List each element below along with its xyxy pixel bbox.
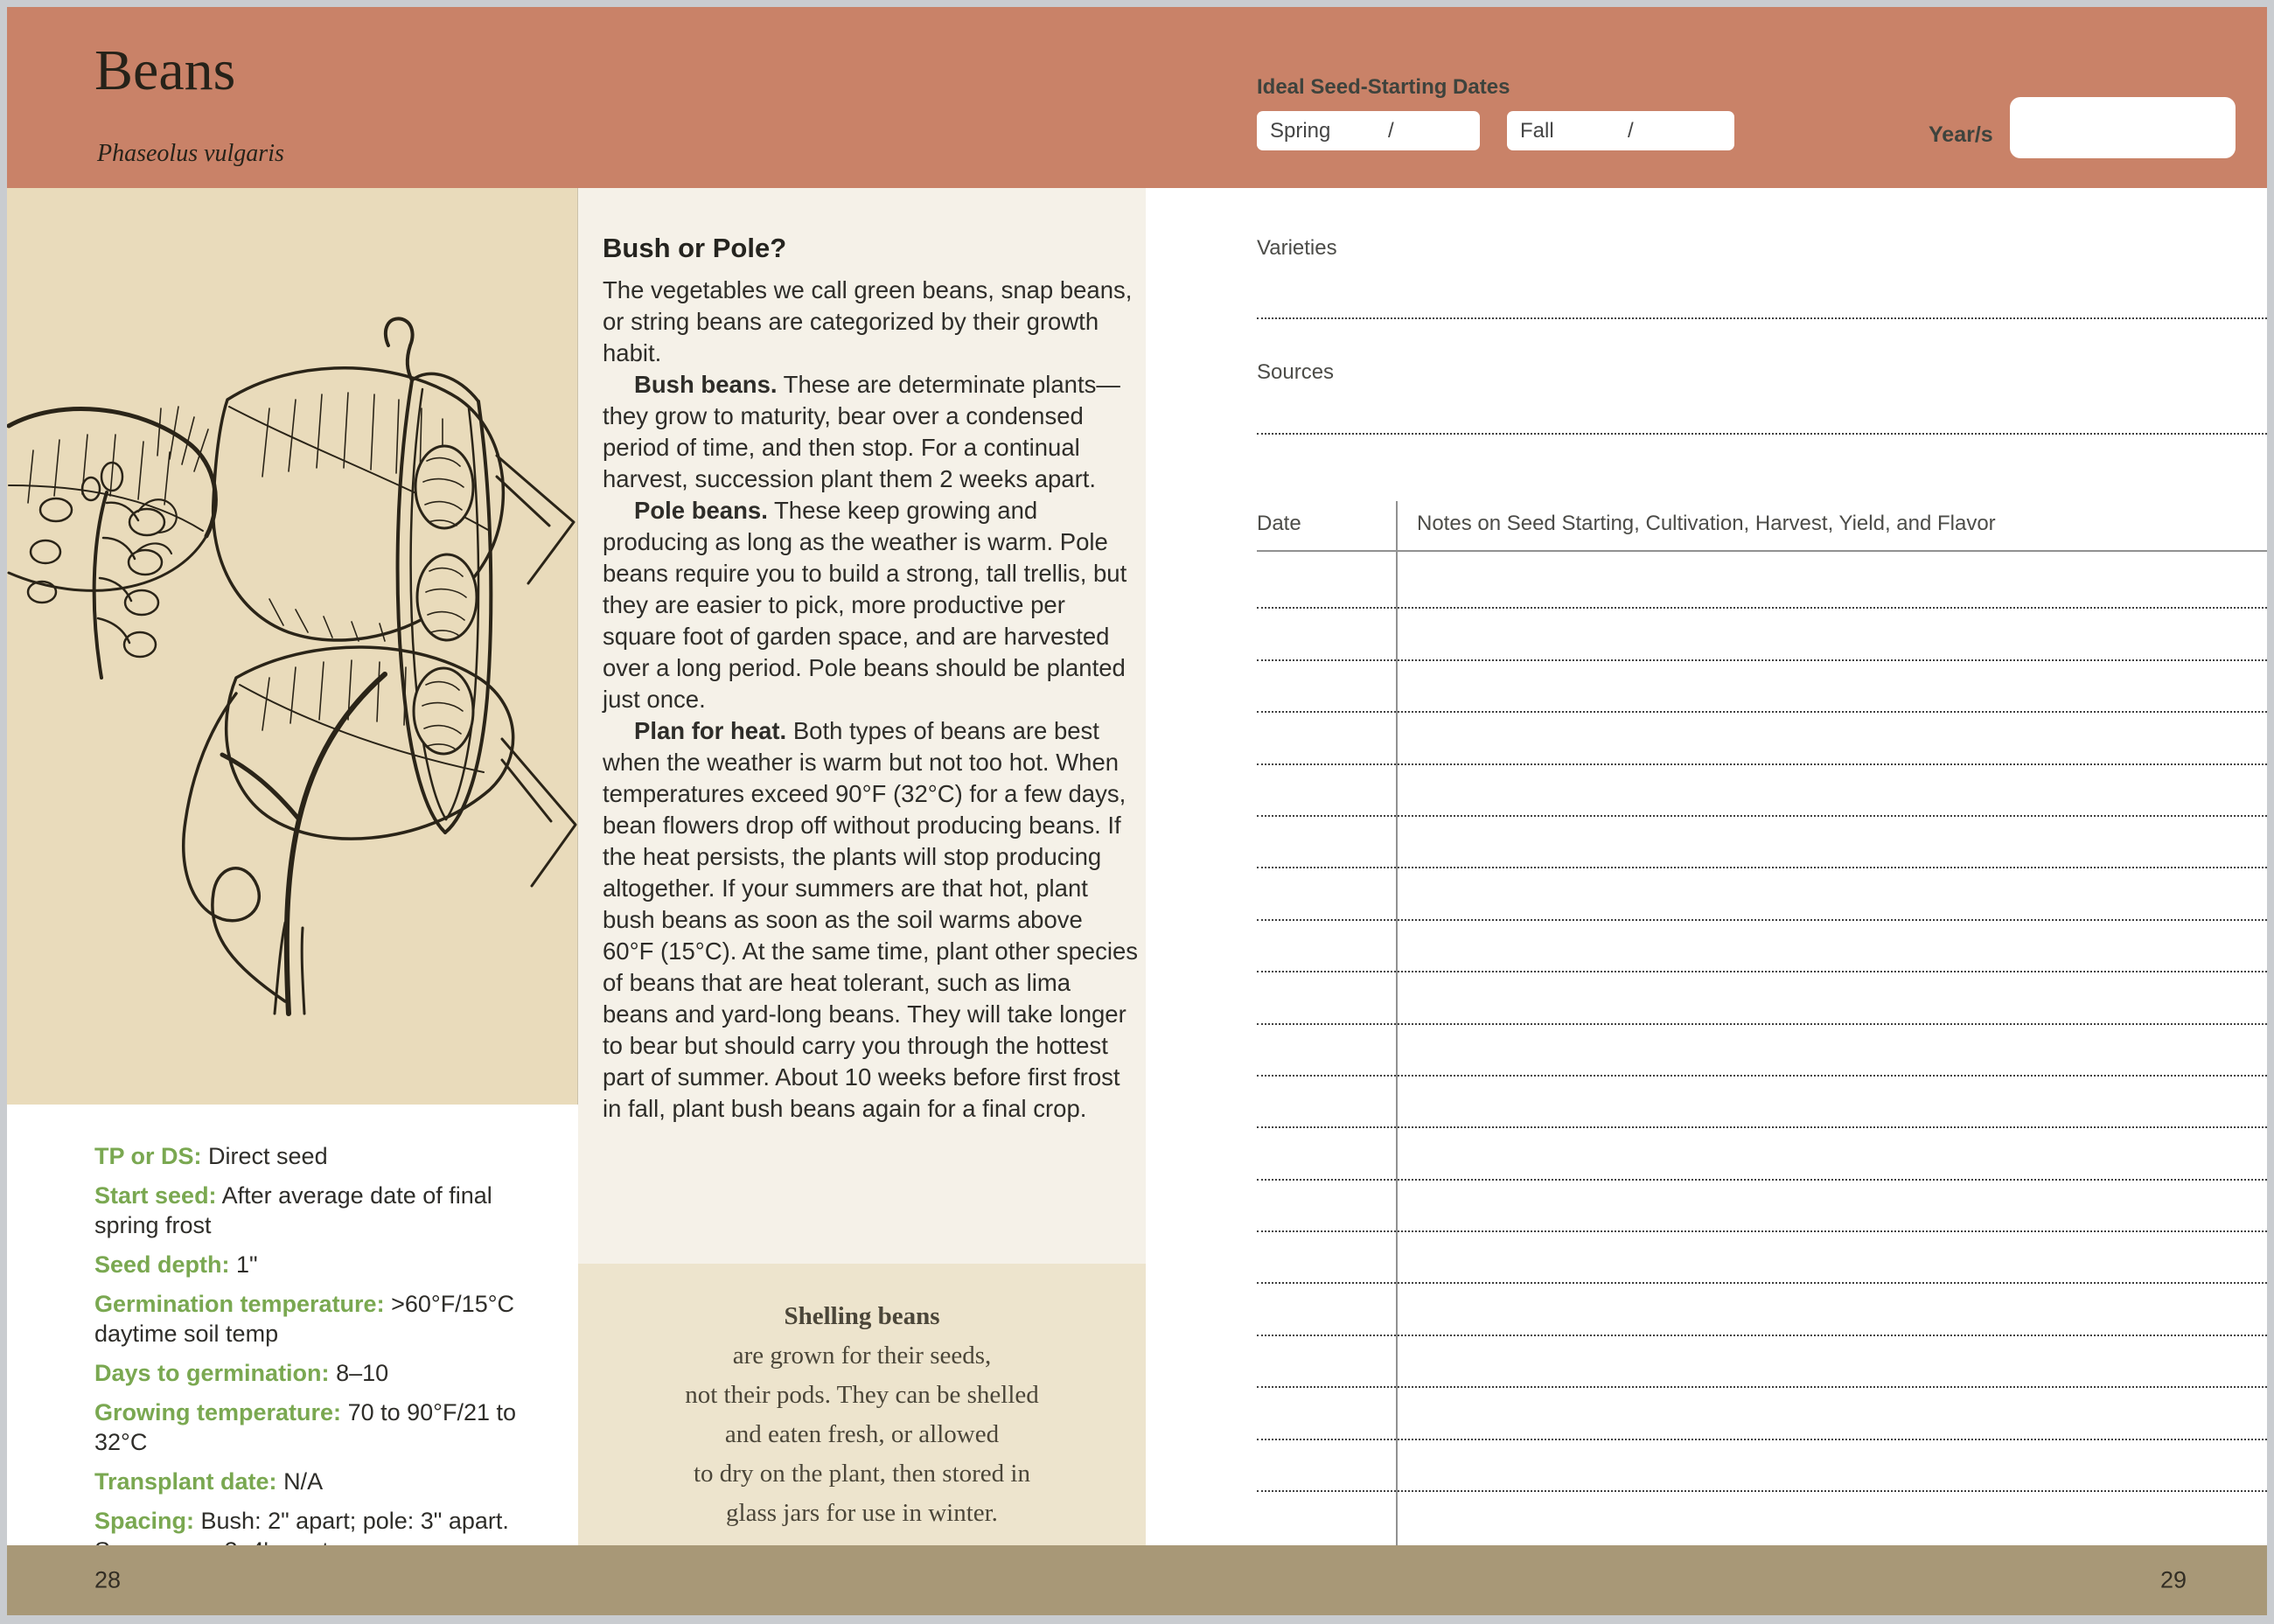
ruled-line xyxy=(1257,1025,2267,1077)
fact-label: Transplant date: xyxy=(94,1468,277,1495)
note-line: glass jars for use in winter. xyxy=(578,1494,1146,1533)
seed-dates-heading: Ideal Seed-Starting Dates xyxy=(1257,75,1510,100)
varieties-label: Varieties xyxy=(1257,236,1337,261)
sources-label: Sources xyxy=(1257,360,1334,385)
article-column: Bush or Pole? The vegetables we call gre… xyxy=(578,188,1146,1547)
date-column-header: Date xyxy=(1257,512,1301,536)
paragraph-text: These keep growing and producing as long… xyxy=(603,497,1127,713)
fact-value: 1" xyxy=(236,1251,258,1278)
paragraph-lead: Pole beans. xyxy=(634,497,768,524)
paragraph-lead: Bush beans. xyxy=(634,371,778,398)
ruled-line xyxy=(1257,1388,2267,1439)
ruled-line xyxy=(1257,661,2267,713)
page-number-left: 28 xyxy=(94,1567,121,1594)
article-paragraph: Bush beans. These are determinate plants… xyxy=(603,369,1140,495)
fact-label: Spacing: xyxy=(94,1508,194,1534)
sources-write-in-line xyxy=(1257,433,2267,435)
fact-label: Start seed: xyxy=(94,1182,217,1209)
page-number-right: 29 xyxy=(2160,1567,2187,1594)
article-paragraph: Pole beans. These keep growing and produ… xyxy=(603,495,1140,715)
article-heading: Bush or Pole? xyxy=(603,232,1140,264)
ruled-line xyxy=(1257,1440,2267,1492)
fact-start-seed: Start seed: After average date of final … xyxy=(94,1181,534,1240)
fall-date-field[interactable]: Fall / xyxy=(1507,111,1734,150)
paragraph-text: Both types of beans are best when the we… xyxy=(603,717,1138,1122)
ruled-line xyxy=(1257,1336,2267,1388)
page-surface: Beans Phaseolus vulgaris Ideal Seed-Star… xyxy=(7,7,2267,1615)
ruled-line xyxy=(1257,1077,2267,1128)
note-line: are grown for their seeds, xyxy=(578,1336,1146,1376)
ruled-line xyxy=(1257,557,2267,609)
note-line: Shelling beans xyxy=(578,1297,1146,1336)
header-band: Beans Phaseolus vulgaris Ideal Seed-Star… xyxy=(7,7,2267,188)
ruled-line xyxy=(1257,972,2267,1024)
spring-date-field[interactable]: Spring / xyxy=(1257,111,1480,150)
notes-ruled-lines xyxy=(1257,557,2267,1492)
ruled-line xyxy=(1257,868,2267,920)
culture-facts-panel: TP or DS: Direct seed Start seed: After … xyxy=(7,1105,578,1547)
fact-tp-or-ds: TP or DS: Direct seed xyxy=(94,1141,534,1171)
fact-value: N/A xyxy=(283,1468,323,1495)
book-spread: Beans Phaseolus vulgaris Ideal Seed-Star… xyxy=(0,0,2274,1624)
shelling-beans-note: Shelling beans are grown for their seeds… xyxy=(578,1264,1146,1547)
ruled-line xyxy=(1257,713,2267,764)
ruled-line xyxy=(1257,1284,2267,1335)
fall-field-label: Fall xyxy=(1520,119,1554,143)
fact-transplant-date: Transplant date: N/A xyxy=(94,1467,534,1496)
ruled-line xyxy=(1257,609,2267,660)
varieties-write-in-line xyxy=(1257,317,2267,319)
ruled-line xyxy=(1257,1181,2267,1232)
fact-days-to-germination: Days to germination: 8–10 xyxy=(94,1358,534,1388)
article-paragraph: The vegetables we call green beans, snap… xyxy=(603,275,1140,369)
note-line: not their pods. They can be shelled xyxy=(578,1376,1146,1415)
footer-band: 28 29 xyxy=(7,1545,2267,1615)
table-header-rule xyxy=(1257,550,2267,552)
fact-value: Direct seed xyxy=(208,1143,328,1169)
year-field[interactable] xyxy=(2010,97,2236,158)
ruled-line xyxy=(1257,1232,2267,1284)
note-line: to dry on the plant, then stored in xyxy=(578,1454,1146,1494)
fact-value: 8–10 xyxy=(336,1360,388,1386)
page-title: Beans xyxy=(94,42,235,100)
botanical-name: Phaseolus vulgaris xyxy=(97,140,284,168)
fact-label: TP or DS: xyxy=(94,1143,202,1169)
paragraph-lead: Plan for heat. xyxy=(634,717,786,744)
article: Bush or Pole? The vegetables we call gre… xyxy=(603,232,1140,1125)
ruled-line xyxy=(1257,921,2267,972)
spring-field-label: Spring xyxy=(1270,119,1330,143)
fact-label: Days to germination: xyxy=(94,1360,330,1386)
ruled-line xyxy=(1257,765,2267,817)
paragraph-text: The vegetables we call green beans, snap… xyxy=(603,276,1132,366)
note-line: and eaten fresh, or allowed xyxy=(578,1415,1146,1454)
fact-seed-depth: Seed depth: 1" xyxy=(94,1250,534,1279)
article-paragraph: Plan for heat. Both types of beans are b… xyxy=(603,715,1140,1125)
ruled-line xyxy=(1257,1128,2267,1180)
fact-label: Growing temperature: xyxy=(94,1399,341,1425)
notes-column-header: Notes on Seed Starting, Cultivation, Har… xyxy=(1417,512,1996,536)
spring-field-separator: / xyxy=(1388,119,1394,143)
year-label: Year/s xyxy=(1929,122,1993,148)
bean-botanical-illustration xyxy=(7,188,578,1105)
fact-germination-temperature: Germination temperature: >60°F/15°C dayt… xyxy=(94,1289,534,1349)
fall-field-separator: / xyxy=(1628,119,1634,143)
fact-label: Seed depth: xyxy=(94,1251,230,1278)
fact-label: Germination temperature: xyxy=(94,1291,385,1317)
fact-growing-temperature: Growing temperature: 70 to 90°F/21 to 32… xyxy=(94,1397,534,1457)
ruled-line xyxy=(1257,817,2267,868)
